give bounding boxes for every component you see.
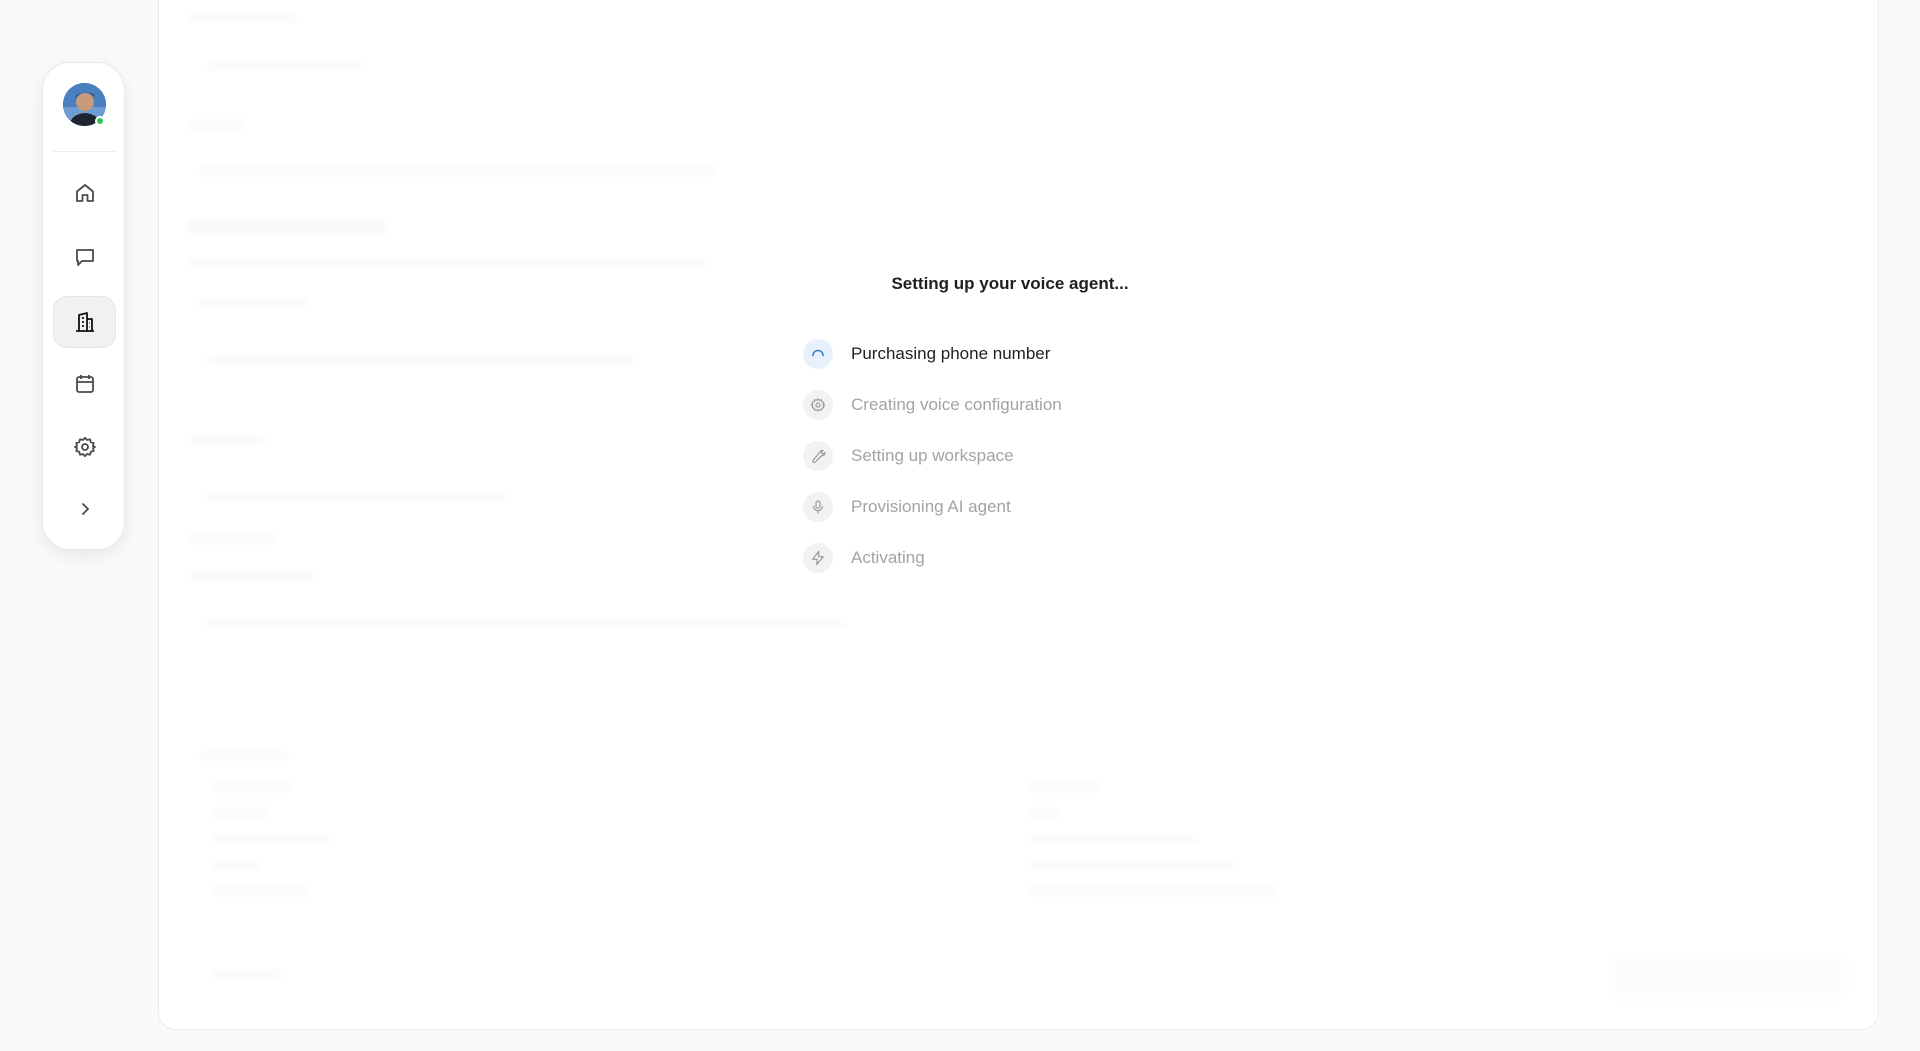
step-label: Setting up workspace	[851, 445, 1014, 465]
spinner-icon	[812, 349, 824, 356]
setup-step-provisioning-ai-agent: Provisioning AI agent	[803, 481, 1062, 532]
nav-settings-button[interactable]	[53, 421, 116, 473]
setup-step-setting-up-workspace: Setting up workspace	[803, 430, 1062, 481]
chevron-right-icon	[81, 503, 89, 515]
sidebar-divider	[53, 151, 116, 152]
online-status-dot	[95, 116, 105, 126]
setup-step-activating: Activating	[803, 532, 1062, 583]
nav-messages-button[interactable]	[53, 231, 116, 283]
nav-home-button[interactable]	[53, 167, 116, 219]
step-label: Purchasing phone number	[851, 343, 1051, 363]
setup-step-purchasing-phone-number: Purchasing phone number	[803, 328, 1062, 379]
setup-step-creating-voice-configuration: Creating voice configuration	[803, 379, 1062, 430]
gear-icon	[73, 436, 96, 458]
sidebar-expand-button[interactable]	[53, 483, 116, 535]
setup-steps-list: Purchasing phone number Creating voice c…	[803, 328, 1062, 583]
setup-title: Setting up your voice agent...	[891, 274, 1129, 293]
calendar-icon	[75, 375, 94, 393]
home-icon	[75, 184, 94, 202]
sidebar	[42, 62, 125, 550]
step-label: Creating voice configuration	[851, 394, 1062, 414]
wrench-icon	[812, 449, 826, 463]
nav-organization-button[interactable]	[53, 296, 116, 348]
nav-calendar-button[interactable]	[53, 358, 116, 410]
gear-icon	[810, 397, 826, 412]
step-label: Activating	[851, 547, 925, 567]
message-square-icon	[75, 249, 94, 266]
step-label: Provisioning AI agent	[851, 496, 1011, 516]
building-icon	[75, 312, 94, 332]
lightning-icon	[812, 550, 824, 565]
microphone-icon	[813, 499, 823, 514]
